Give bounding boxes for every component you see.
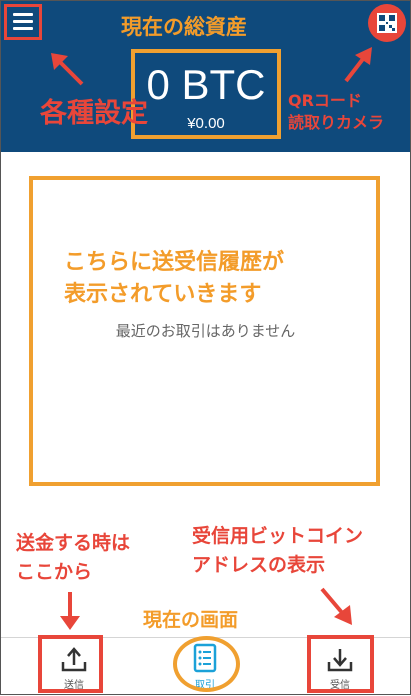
screen-frame <box>0 0 411 695</box>
